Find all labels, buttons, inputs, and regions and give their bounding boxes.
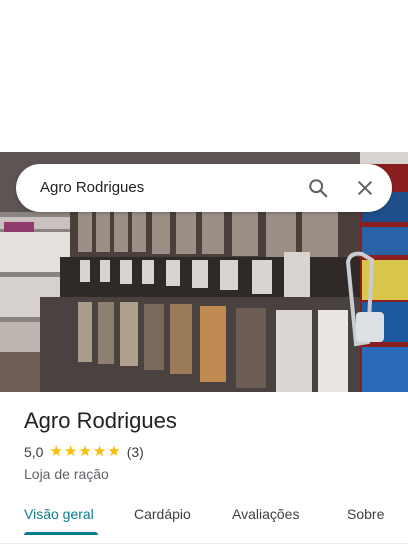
place-category[interactable]: Loja de ração [24,464,394,484]
star-icon: ★ [49,443,63,460]
blank-header-area [0,0,408,152]
active-tab-indicator [24,532,98,535]
review-count[interactable]: (3) [127,444,144,460]
search-query-text[interactable]: Agro Rodrigues [40,178,144,198]
tab-bar: Visão geral Cardápio Avaliações Sobre [0,492,408,544]
tab-reviews[interactable]: Avaliações [232,504,299,524]
place-title: Agro Rodrigues [24,408,177,433]
search-button[interactable] [302,172,334,204]
rating-row[interactable]: 5,0 ★ ★ ★ ★ ★ (3) [24,442,394,462]
search-bar[interactable]: Agro Rodrigues [16,164,392,212]
search-icon [309,179,328,198]
tab-menu[interactable]: Cardápio [134,504,191,524]
place-info: Agro Rodrigues 5,0 ★ ★ ★ ★ ★ (3) Loja de… [24,406,394,484]
star-icon: ★ [107,443,121,460]
close-icon [358,181,372,195]
rating-value: 5,0 [24,444,44,460]
star-icon: ★ [63,443,78,460]
tab-overview[interactable]: Visão geral [24,504,94,524]
star-icon: ★ [78,443,92,460]
close-button[interactable] [349,172,381,204]
tab-about[interactable]: Sobre [347,504,384,524]
star-rating: ★ ★ ★ ★ ★ [49,444,120,460]
star-icon: ★ [92,443,107,460]
